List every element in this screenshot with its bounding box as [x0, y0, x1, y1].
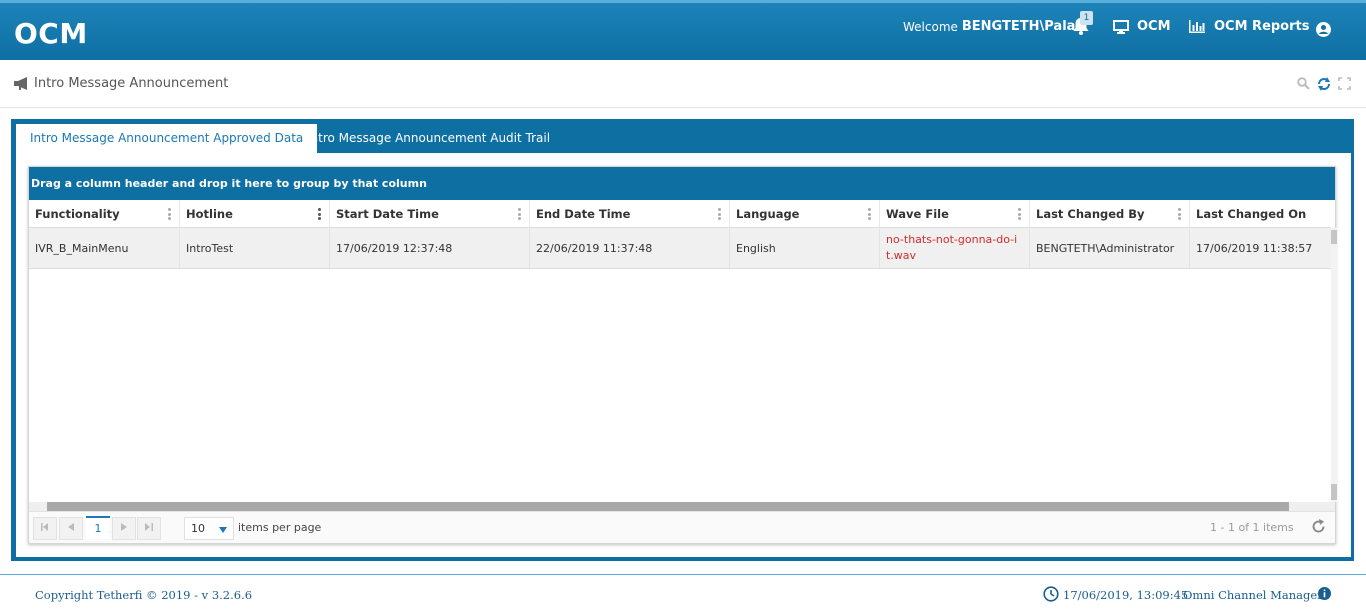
column-menu-icon[interactable]: [868, 208, 871, 220]
scrollbar-thumb[interactable]: [1331, 484, 1337, 500]
megaphone-icon: [14, 77, 27, 90]
column-header-language[interactable]: Language: [730, 200, 880, 228]
current-page-button[interactable]: 1: [86, 516, 110, 539]
last-page-button[interactable]: [137, 517, 161, 540]
fullscreen-icon[interactable]: [1338, 77, 1351, 90]
column-header-start-date-time[interactable]: Start Date Time: [330, 200, 530, 228]
nav-ocm-reports-label: OCM Reports: [1214, 19, 1310, 34]
column-menu-icon[interactable]: [168, 208, 171, 220]
tab-approved-data[interactable]: Intro Message Announcement Approved Data: [16, 124, 318, 153]
search-icon[interactable]: [1297, 77, 1310, 90]
column-header-last-changed-by[interactable]: Last Changed By: [1030, 200, 1190, 228]
column-header-label: Last Changed By: [1036, 207, 1145, 221]
pager: 1 10 items per page 1 - 1 of 1 items: [29, 511, 1335, 543]
chevron-left-icon: [68, 523, 74, 531]
column-header-functionality[interactable]: Functionality: [29, 200, 180, 228]
notification-badge: 1: [1080, 11, 1093, 25]
first-page-icon: [41, 523, 48, 531]
page-tools: [1297, 77, 1351, 91]
cell-start-date-time: 17/06/2019 12:37:48: [330, 228, 530, 268]
nav-ocm[interactable]: OCM: [1113, 19, 1171, 34]
items-per-page-label: items per page: [238, 521, 322, 534]
app-logo[interactable]: OCM: [14, 17, 88, 50]
cell-end-date-time: 22/06/2019 11:37:48: [530, 228, 730, 268]
scrollbar-thumb[interactable]: [47, 502, 1289, 511]
nav-ocm-reports[interactable]: OCM Reports: [1189, 19, 1309, 34]
column-header-label: Language: [736, 207, 800, 221]
horizontal-scrollbar[interactable]: [29, 502, 1335, 511]
vertical-scrollbar[interactable]: [1331, 228, 1337, 502]
first-page-button[interactable]: [33, 517, 57, 540]
cell-wave-file[interactable]: no-thats-not-gonna-do-it.wav: [880, 228, 1030, 268]
chevron-right-icon: [121, 523, 127, 531]
group-by-dropzone[interactable]: Drag a column header and drop it here to…: [29, 167, 1335, 200]
column-menu-icon[interactable]: [318, 208, 321, 220]
footer-datetime: 17/06/2019, 13:09:45: [1063, 588, 1189, 602]
info-icon[interactable]: [1318, 587, 1331, 600]
column-header-label: Wave File: [886, 207, 949, 221]
footer: Copyright Tetherfi © 2019 - v 3.2.6.6 17…: [0, 574, 1366, 613]
next-page-button[interactable]: [112, 517, 136, 540]
page-size-dropdown[interactable]: 10: [184, 517, 234, 540]
cell-last-changed-on: 17/06/2019 11:38:57: [1196, 241, 1313, 255]
copyright-text: Copyright Tetherfi © 2019 - v 3.2.6.6: [35, 588, 253, 602]
last-page-icon: [145, 523, 153, 531]
column-header-label: Functionality: [35, 207, 120, 221]
footer-app-name: Omni Channel Manager: [1183, 588, 1323, 602]
column-header-label: Start Date Time: [336, 207, 439, 221]
refresh-icon[interactable]: [1311, 519, 1326, 534]
user-circle-icon[interactable]: [1316, 22, 1331, 37]
table-row[interactable]: IVR_B_MainMenu IntroTest 17/06/2019 12:3…: [29, 228, 1331, 269]
monitor-icon: [1113, 19, 1129, 34]
column-header-end-date-time[interactable]: End Date Time: [530, 200, 730, 228]
refresh-icon[interactable]: [1317, 77, 1331, 91]
data-grid: Drag a column header and drop it here to…: [28, 166, 1337, 544]
page-size-value: 10: [191, 522, 205, 535]
column-header-last-changed-on[interactable]: Last Changed On: [1190, 200, 1331, 228]
chevron-down-icon: [219, 527, 227, 533]
cell-last-changed-by: BENGTETH\Administrator: [1030, 228, 1190, 268]
column-menu-icon[interactable]: [718, 208, 721, 220]
column-menu-icon[interactable]: [1018, 208, 1021, 220]
cell-functionality: IVR_B_MainMenu: [29, 228, 180, 268]
previous-page-button[interactable]: [59, 517, 83, 540]
nav-ocm-label: OCM: [1137, 19, 1171, 34]
cell-hotline: IntroTest: [180, 228, 330, 268]
cell-language: English: [730, 228, 880, 268]
column-header-hotline[interactable]: Hotline: [180, 200, 330, 228]
column-header-label: Hotline: [186, 207, 233, 221]
column-header-wave-file[interactable]: Wave File: [880, 200, 1030, 228]
column-menu-icon[interactable]: [518, 208, 521, 220]
pager-info: 1 - 1 of 1 items: [1210, 521, 1294, 534]
scrollbar-thumb[interactable]: [1331, 230, 1337, 244]
page-title: Intro Message Announcement: [34, 76, 229, 91]
welcome-text: Welcome BENGTETH\Palak: [903, 19, 1084, 34]
username: BENGTETH\Palak: [961, 19, 1085, 34]
welcome-prefix: Welcome: [903, 19, 958, 34]
grid-header-row: Functionality Hotline Start Date Time En…: [29, 200, 1331, 228]
column-header-label: End Date Time: [536, 207, 631, 221]
bar-chart-icon: [1189, 20, 1205, 33]
column-menu-icon[interactable]: [1178, 208, 1181, 220]
column-header-label: Last Changed On: [1196, 207, 1307, 221]
tab-audit-trail[interactable]: Intro Message Announcement Audit Trail: [293, 124, 564, 153]
clock-icon: [1043, 586, 1059, 602]
